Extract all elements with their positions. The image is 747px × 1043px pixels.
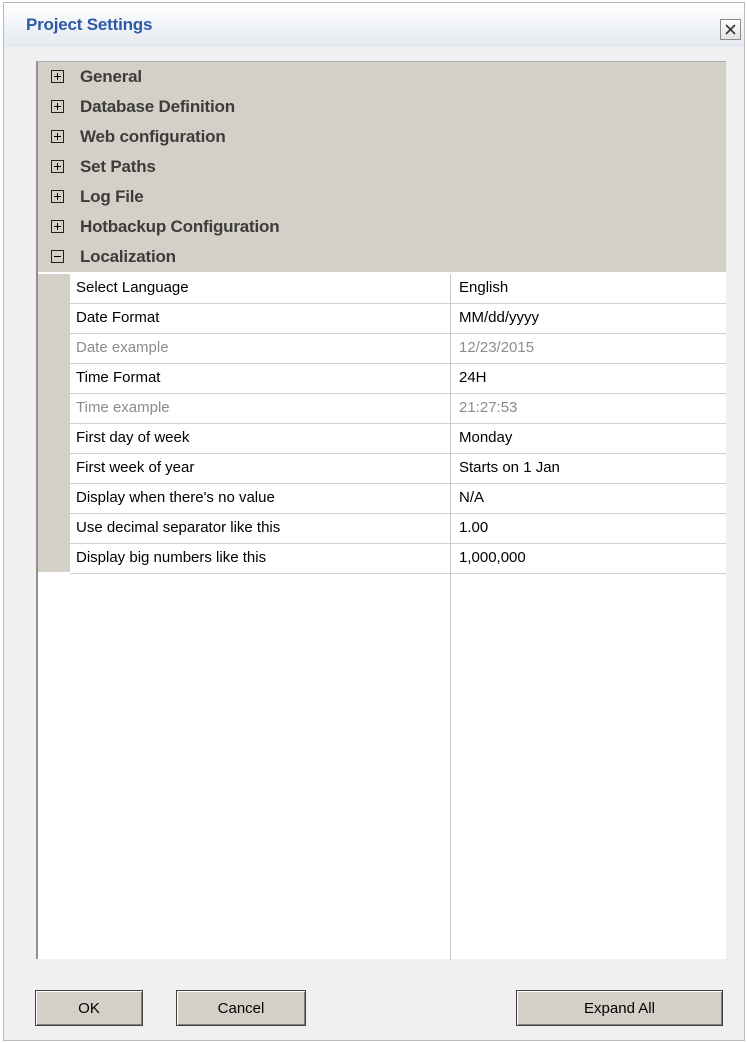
property-value[interactable]: MM/dd/yyyy bbox=[459, 309, 539, 326]
property-value[interactable]: Monday bbox=[459, 429, 512, 446]
title-bar: Project Settings bbox=[4, 3, 744, 47]
category-hotbackup-configuration[interactable]: Hotbackup Configuration bbox=[38, 212, 726, 242]
property-row[interactable]: First week of year Starts on 1 Jan bbox=[70, 454, 726, 484]
expand-icon[interactable] bbox=[51, 130, 64, 143]
ok-button[interactable]: OK bbox=[35, 990, 143, 1026]
category-set-paths[interactable]: Set Paths bbox=[38, 152, 726, 182]
expand-icon[interactable] bbox=[51, 190, 64, 203]
category-web-configuration[interactable]: Web configuration bbox=[38, 122, 726, 152]
property-name: Date Format bbox=[76, 309, 160, 326]
property-value: 21:27:53 bbox=[459, 399, 518, 416]
property-value[interactable]: Starts on 1 Jan bbox=[459, 459, 560, 476]
property-row[interactable]: Select Language English bbox=[70, 274, 726, 304]
property-grid: General Database Definition Web configurat… bbox=[36, 61, 726, 960]
property-value: 12/23/2015 bbox=[459, 339, 535, 356]
expand-icon[interactable] bbox=[51, 220, 64, 233]
category-label: Database Definition bbox=[80, 97, 235, 116]
property-row[interactable]: Display big numbers like this 1,000,000 bbox=[70, 544, 726, 574]
property-value[interactable]: English bbox=[459, 279, 508, 296]
property-row: Date example 12/23/2015 bbox=[70, 334, 726, 364]
expand-all-button[interactable]: Expand All bbox=[516, 990, 723, 1026]
category-label: General bbox=[80, 67, 142, 86]
property-row[interactable]: Display when there's no value N/A bbox=[70, 484, 726, 514]
property-gutter bbox=[38, 274, 70, 572]
cancel-button[interactable]: Cancel bbox=[176, 990, 306, 1026]
expand-icon[interactable] bbox=[51, 70, 64, 83]
property-row[interactable]: First day of week Monday bbox=[70, 424, 726, 454]
property-name: Select Language bbox=[76, 279, 189, 296]
close-icon bbox=[725, 24, 736, 35]
category-label: Set Paths bbox=[80, 157, 156, 176]
property-row: Time example 21:27:53 bbox=[70, 394, 726, 424]
category-label: Web configuration bbox=[80, 127, 226, 146]
category-localization[interactable]: Localization bbox=[38, 242, 726, 272]
property-name: Date example bbox=[76, 339, 169, 356]
project-settings-dialog: Project Settings General Database Definit… bbox=[3, 2, 745, 1041]
category-general[interactable]: General bbox=[38, 62, 726, 92]
expand-icon[interactable] bbox=[51, 100, 64, 113]
expand-icon[interactable] bbox=[51, 160, 64, 173]
property-name: First week of year bbox=[76, 459, 195, 476]
property-name: Use decimal separator like this bbox=[76, 519, 281, 536]
property-name: Time example bbox=[76, 399, 170, 416]
category-log-file[interactable]: Log File bbox=[38, 182, 726, 212]
property-value[interactable]: 1.00 bbox=[459, 519, 488, 536]
collapse-icon[interactable] bbox=[51, 250, 64, 263]
category-database-definition[interactable]: Database Definition bbox=[38, 92, 726, 122]
property-row[interactable]: Time Format 24H bbox=[70, 364, 726, 394]
category-label: Localization bbox=[80, 247, 176, 266]
property-name: Display when there's no value bbox=[76, 489, 275, 506]
close-button[interactable] bbox=[720, 19, 741, 40]
property-name: First day of week bbox=[76, 429, 190, 446]
property-row[interactable]: Use decimal separator like this 1.00 bbox=[70, 514, 726, 544]
property-name: Display big numbers like this bbox=[76, 549, 267, 566]
property-name: Time Format bbox=[76, 369, 161, 386]
property-value[interactable]: 24H bbox=[459, 369, 487, 386]
property-value[interactable]: 1,000,000 bbox=[459, 549, 526, 566]
property-value[interactable]: N/A bbox=[459, 489, 484, 506]
category-label: Hotbackup Configuration bbox=[80, 217, 280, 236]
dialog-title: Project Settings bbox=[26, 15, 153, 34]
property-row[interactable]: Date Format MM/dd/yyyy bbox=[70, 304, 726, 334]
category-label: Log File bbox=[80, 187, 144, 206]
